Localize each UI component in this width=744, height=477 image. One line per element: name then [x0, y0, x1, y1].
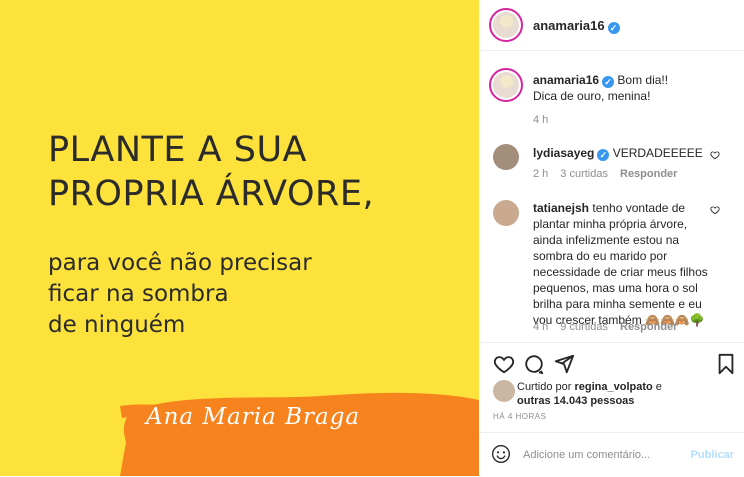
author-avatar[interactable]	[489, 8, 523, 42]
caption-username[interactable]: anamaria16	[533, 73, 599, 87]
liked-by-user[interactable]: regina_volpato	[574, 381, 652, 393]
post-headline: PLANTE A SUA PROPRIA ÁRVORE,	[48, 128, 468, 216]
post-subline: para você não precisar ficar na sombra d…	[48, 248, 468, 341]
comment-text: tatianejsh tenho vontade de plantar minh…	[533, 200, 723, 328]
subline-line: para você não precisar	[48, 250, 312, 276]
liked-by-text: Curtido por regina_volpato e outras 14.0…	[517, 380, 727, 408]
comment-like-heart-icon[interactable]	[710, 205, 720, 215]
add-comment-bar: Publicar	[479, 432, 744, 477]
liker-avatar[interactable]	[493, 380, 515, 402]
comment-username[interactable]: lydiasayeg	[533, 146, 594, 160]
reply-button[interactable]: Responder	[620, 168, 677, 180]
publish-button[interactable]: Publicar	[691, 449, 734, 461]
comment-like-heart-icon[interactable]	[710, 150, 720, 160]
subline-line: de ninguém	[48, 312, 186, 338]
comment-bubble-icon[interactable]	[523, 353, 545, 375]
comment-line: ainda infelizmente estou na	[533, 233, 680, 247]
comment-line: brilha para minha semente e eu	[533, 297, 702, 311]
comment-line: necessidade de criar meus filhos	[533, 265, 708, 279]
commenter-avatar[interactable]	[493, 144, 519, 170]
share-paper-plane-icon[interactable]	[553, 353, 575, 375]
comment-body: VERDADEEEEE	[612, 146, 703, 160]
comment-meta: 4 h 9 curtidas Responder	[533, 321, 689, 333]
post-timestamp[interactable]: HÁ 4 HORAS	[493, 412, 546, 421]
comment-time: 2 h	[533, 168, 549, 180]
comment-likes[interactable]: 9 curtidas	[560, 321, 608, 333]
headline-line: PROPRIA ÁRVORE,	[48, 174, 375, 214]
caption-avatar[interactable]	[489, 68, 523, 102]
emoji-smiley-icon[interactable]	[491, 444, 511, 464]
author-username-text[interactable]: anamaria16	[533, 18, 605, 33]
save-bookmark-icon[interactable]	[715, 353, 737, 375]
comment-line: pequenos, mas uma hora o sol	[533, 281, 698, 295]
headline-line: PLANTE A SUA	[48, 130, 307, 170]
liked-by-connector: e	[655, 381, 662, 393]
comment-input[interactable]	[523, 445, 693, 465]
verified-badge-icon: ✓	[602, 76, 615, 88]
like-heart-icon[interactable]	[493, 353, 515, 375]
post-header: anamaria16 ✓	[479, 0, 744, 51]
comment-line: plantar minha própria árvore,	[533, 217, 688, 231]
author-username[interactable]: anamaria16 ✓	[533, 18, 620, 34]
reply-button[interactable]: Responder	[620, 321, 677, 333]
comment-meta: 2 h 3 curtidas Responder	[533, 168, 689, 180]
caption-line1: Bom dia!!	[617, 73, 669, 87]
subline-line: ficar na sombra	[48, 281, 229, 307]
comment-likes[interactable]: 3 curtidas	[560, 168, 608, 180]
comment-line: tenho vontade de	[592, 201, 686, 215]
caption-text: anamaria16 ✓ Bom dia!! Dica de ouro, meni…	[533, 72, 733, 104]
comment-text: lydiasayeg ✓ VERDADEEEEE	[533, 145, 713, 161]
comment-username[interactable]: tatianejsh	[533, 201, 589, 215]
post-image[interactable]: PLANTE A SUA PROPRIA ÁRVORE, para você n…	[0, 0, 479, 476]
comment-line: sombra do eu marido por	[533, 249, 668, 263]
liked-by-others[interactable]: outras 14.043 pessoas	[517, 395, 634, 407]
verified-badge-icon: ✓	[597, 149, 610, 161]
liked-by-prefix: Curtido por	[517, 381, 572, 393]
commenter-avatar[interactable]	[493, 200, 519, 226]
signature-logo: Ana Maria Braga	[146, 404, 361, 430]
caption-line2: Dica de ouro, menina!	[533, 89, 651, 103]
verified-badge-icon: ✓	[607, 22, 620, 34]
post-sidebar: anamaria16 ✓ anamaria16 ✓ Bom dia!! Dica d…	[479, 0, 744, 476]
comment-time: 4 h	[533, 321, 549, 333]
caption-time: 4 h	[533, 114, 549, 126]
